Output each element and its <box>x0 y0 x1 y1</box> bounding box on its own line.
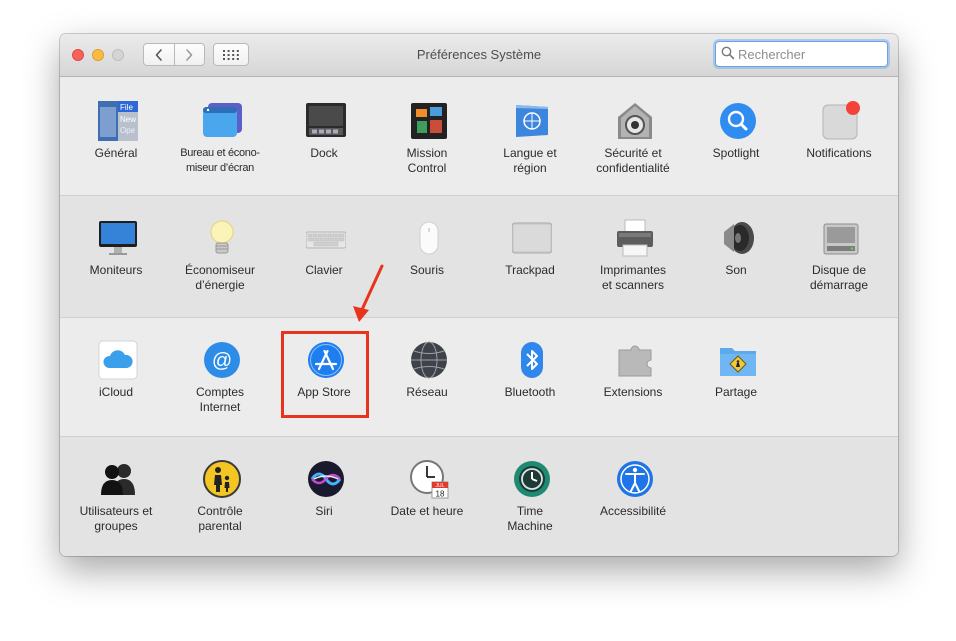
parental-controls-icon <box>203 460 241 498</box>
pane-label: iCloud <box>98 385 134 399</box>
icloud-icon <box>98 340 138 380</box>
search-field[interactable] <box>715 41 888 67</box>
pane-label: Comptes Internet <box>195 385 245 414</box>
general-icon-open: Ope <box>120 126 136 135</box>
pane-displays[interactable]: Moniteurs <box>66 218 166 318</box>
pane-notifications[interactable]: Notifications <box>789 101 889 201</box>
pane-label: Moniteurs <box>89 263 143 277</box>
pane-internet-accounts[interactable]: @ Comptes Internet <box>170 340 270 440</box>
energy-saver-icon <box>210 220 234 254</box>
preferences-row-internet: iCloud @ Comptes Internet App Store Rése… <box>60 317 898 436</box>
pane-label: Notifications <box>806 146 872 160</box>
app-store-highlight-box <box>281 331 369 418</box>
keyboard-icon <box>306 231 346 249</box>
pane-general[interactable]: File New Ope Général <box>66 101 166 201</box>
pane-label: Réseau <box>406 385 448 399</box>
pane-trackpad[interactable]: Trackpad <box>480 218 580 318</box>
pane-users-groups[interactable]: Utilisateurs et groupes <box>66 459 166 556</box>
calendar-month: JUL <box>436 483 445 489</box>
network-icon <box>411 341 447 379</box>
pane-siri[interactable]: Siri <box>274 459 374 556</box>
general-icon-file: File <box>120 103 133 112</box>
time-machine-icon <box>514 461 550 497</box>
general-icon-new: New <box>120 115 136 124</box>
pane-label: Économiseur d’énergie <box>184 263 256 292</box>
calendar-day: 18 <box>436 490 445 499</box>
pane-label: Langue et région <box>503 146 557 175</box>
pane-language-region[interactable]: Langue et région <box>480 101 580 201</box>
pane-security-privacy[interactable]: Sécurité et confidentialité <box>583 101 683 201</box>
pane-date-time[interactable]: JUL 18 Date et heure <box>377 459 477 556</box>
pane-sharing[interactable]: Partage <box>686 340 786 440</box>
pane-parental-controls[interactable]: Contrôle parental <box>170 459 270 556</box>
security-privacy-icon <box>618 103 652 139</box>
pane-accessibility[interactable]: Accessibilité <box>583 459 683 556</box>
pane-label: Partage <box>714 385 758 399</box>
pane-label: Utilisateurs et groupes <box>79 504 153 533</box>
preferences-row-hardware: Moniteurs Économiseur d’énergie Clavier <box>60 195 898 317</box>
pane-sound[interactable]: Son <box>686 218 786 318</box>
system-preferences-window: Préférences Système File New Ope Général <box>60 34 898 556</box>
mission-control-icon <box>411 103 447 139</box>
preferences-row-system: Utilisateurs et groupes Contrôle parenta… <box>60 436 898 556</box>
pane-label: Accessibilité <box>599 504 667 518</box>
users-groups-icon <box>101 464 135 495</box>
siri-icon <box>308 461 344 497</box>
accessibility-icon <box>617 461 653 497</box>
pane-label: Date et heure <box>390 504 464 518</box>
bluetooth-icon <box>521 342 543 378</box>
startup-disk-icon <box>823 223 859 255</box>
pane-label: Time Machine <box>507 504 553 533</box>
annotation-arrow-icon <box>353 264 384 322</box>
search-icon <box>721 46 735 60</box>
pane-label: Dock <box>310 146 338 160</box>
pane-mouse[interactable]: Souris <box>377 218 477 318</box>
pane-label: Imprimantes et scanners <box>599 263 667 292</box>
pane-label: Spotlight <box>712 146 760 160</box>
desktop-screensaver-icon <box>203 103 242 137</box>
pane-startup-disk[interactable]: Disque de démarrage <box>789 218 889 318</box>
internet-accounts-icon: @ <box>204 342 240 378</box>
spotlight-icon <box>720 103 756 139</box>
printers-scanners-icon <box>617 219 653 257</box>
sound-icon <box>724 222 754 254</box>
language-region-icon <box>516 105 548 137</box>
general-icon: File New Ope <box>98 101 138 141</box>
displays-icon <box>99 221 137 255</box>
search-input[interactable] <box>738 45 878 63</box>
pane-desktop-screensaver[interactable]: Bureau et écono- miseur d’écran <box>170 101 270 201</box>
pane-label: Disque de démarrage <box>809 263 869 292</box>
pane-label: Son <box>725 263 747 277</box>
pane-energy-saver[interactable]: Économiseur d’énergie <box>170 218 270 318</box>
notifications-icon <box>822 101 860 140</box>
pane-dock[interactable]: Dock <box>274 101 374 201</box>
pane-label: Siri <box>315 504 333 518</box>
svg-text:@: @ <box>212 350 232 372</box>
pane-label: Trackpad <box>505 263 555 277</box>
pane-printers-scanners[interactable]: Imprimantes et scanners <box>583 218 683 318</box>
pane-network[interactable]: Réseau <box>377 340 477 440</box>
pane-icloud[interactable]: iCloud <box>66 340 166 440</box>
pane-spotlight[interactable]: Spotlight <box>686 101 786 201</box>
pane-label: Général <box>94 146 138 160</box>
pane-label: Sécurité et confidentialité <box>596 146 670 175</box>
pane-label: Extensions <box>603 385 663 399</box>
preferences-row-personal: File New Ope Général Bureau et écono- mi… <box>60 78 898 195</box>
title-bar: Préférences Système <box>60 34 898 77</box>
pane-label: Bluetooth <box>504 385 556 399</box>
pane-extensions[interactable]: Extensions <box>583 340 683 440</box>
pane-mission-control[interactable]: Mission Control <box>377 101 477 201</box>
pane-bluetooth[interactable]: Bluetooth <box>480 340 580 440</box>
pane-label: Bureau et écono- miseur d’écran <box>180 147 260 174</box>
pane-label: Souris <box>409 263 444 277</box>
extensions-icon <box>618 345 652 377</box>
sharing-icon <box>720 348 756 376</box>
pane-label: Mission Control <box>406 146 448 175</box>
mouse-icon <box>419 221 439 255</box>
trackpad-icon <box>512 222 552 254</box>
pane-label: Contrôle parental <box>197 504 243 533</box>
dock-icon <box>306 103 346 137</box>
pane-time-machine[interactable]: Time Machine <box>480 459 580 556</box>
date-time-icon: JUL 18 <box>410 460 449 499</box>
